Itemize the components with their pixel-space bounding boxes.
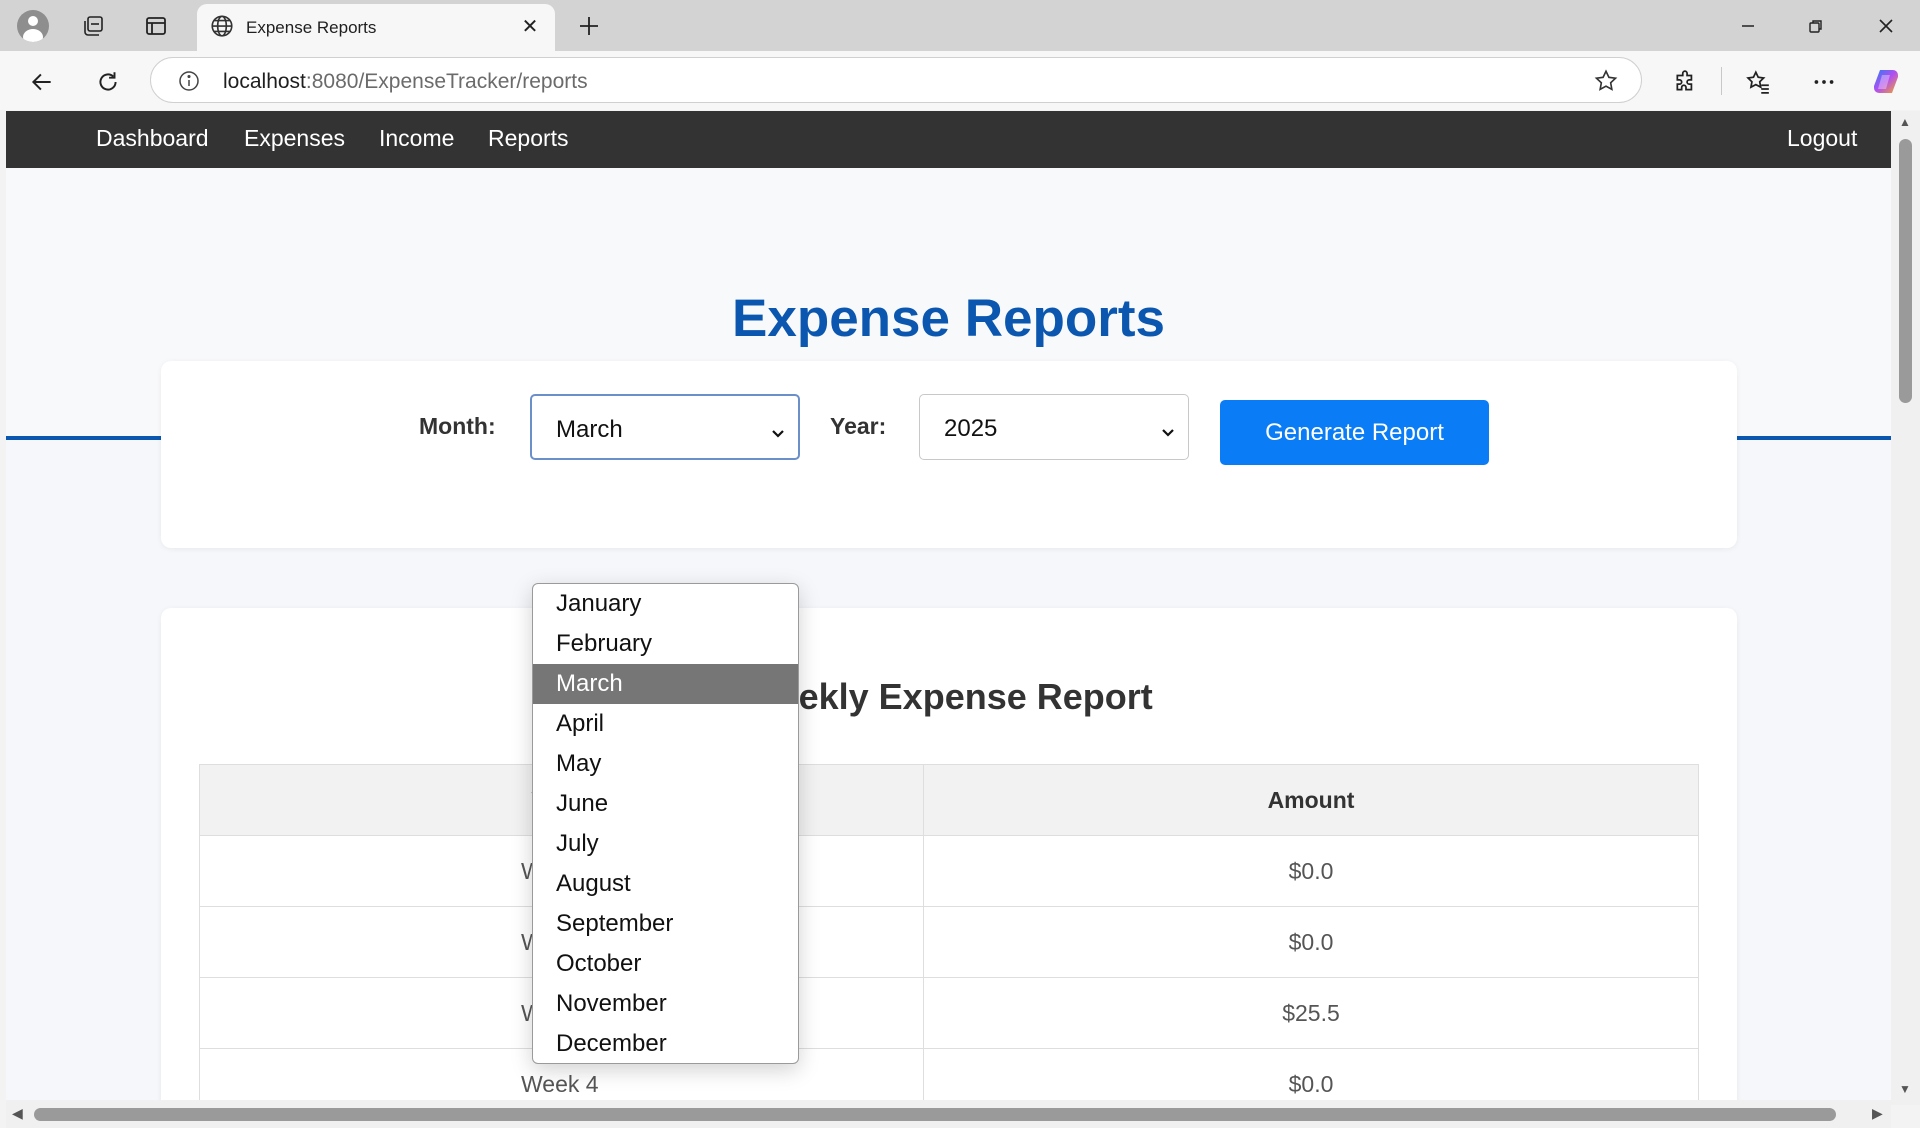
favorite-star-icon[interactable]: [1593, 68, 1619, 99]
month-option-august[interactable]: August: [533, 864, 798, 904]
page-viewport: Dashboard Expenses Income Reports Logout…: [6, 111, 1891, 1105]
amount-cell: $0.0: [923, 1048, 1699, 1105]
month-option-december[interactable]: December: [533, 1024, 798, 1063]
tab-actions-icon[interactable]: [139, 9, 173, 43]
amount-cell: $0.0: [923, 835, 1699, 907]
chevron-down-icon: [1160, 419, 1176, 447]
month-option-october[interactable]: October: [533, 944, 798, 984]
month-select[interactable]: March: [530, 394, 800, 460]
browser-toolbar: localhost:8080/ExpenseTracker/reports: [0, 51, 1920, 110]
favorites-icon[interactable]: [1739, 63, 1777, 101]
scroll-up-icon[interactable]: ▲: [1899, 115, 1911, 129]
page-title: Expense Reports: [732, 289, 1165, 348]
table-row: Week 1 $0.0: [199, 835, 1699, 907]
site-info-icon[interactable]: [177, 69, 201, 98]
report-filter-card: Month: March Year: 2025 Generate Report: [161, 361, 1737, 548]
tab-title: Expense Reports: [246, 18, 377, 37]
app-navbar: Dashboard Expenses Income Reports Logout: [6, 111, 1891, 168]
globe-icon: [209, 13, 235, 44]
month-option-may[interactable]: May: [533, 744, 798, 784]
column-header-amount: Amount: [923, 764, 1699, 836]
month-dropdown-list: January February March April May June Ju…: [532, 583, 799, 1064]
month-option-february[interactable]: February: [533, 624, 798, 664]
month-option-july[interactable]: July: [533, 824, 798, 864]
table-row: Week 3 $25.5: [199, 977, 1699, 1049]
url-text: localhost:8080/ExpenseTracker/reports: [223, 70, 588, 93]
nav-dashboard[interactable]: Dashboard: [96, 125, 209, 152]
toolbar-divider: [1721, 67, 1722, 95]
back-icon[interactable]: [23, 63, 61, 101]
minimize-icon[interactable]: [1714, 0, 1782, 51]
window-close-icon[interactable]: [1852, 0, 1920, 51]
profile-icon[interactable]: [16, 9, 50, 43]
vertical-scrollbar[interactable]: ▲ ▼: [1891, 111, 1920, 1105]
month-option-november[interactable]: November: [533, 984, 798, 1024]
vertical-scroll-thumb[interactable]: [1899, 139, 1912, 403]
year-select-value: 2025: [944, 415, 998, 442]
month-option-june[interactable]: June: [533, 784, 798, 824]
report-table: Week Amount Week 1 $0.0 Week 2 $0.0 Week…: [199, 764, 1699, 1105]
copilot-icon[interactable]: [1867, 63, 1905, 101]
generate-report-button[interactable]: Generate Report: [1220, 400, 1489, 465]
month-option-april[interactable]: April: [533, 704, 798, 744]
active-tab[interactable]: Expense Reports ✕: [197, 4, 555, 51]
amount-cell: $25.5: [923, 977, 1699, 1049]
collections-icon[interactable]: [76, 9, 110, 43]
browser-tabbar: Expense Reports ✕: [0, 0, 1920, 51]
nav-logout[interactable]: Logout: [1787, 125, 1857, 152]
restore-icon[interactable]: [1782, 0, 1850, 51]
chevron-down-icon: [770, 420, 786, 448]
new-tab-icon[interactable]: [572, 9, 606, 43]
weekly-report-card: Weekly Expense Report Week Amount Week 1…: [161, 608, 1737, 1105]
month-option-march[interactable]: March: [533, 664, 798, 704]
refresh-icon[interactable]: [89, 63, 127, 101]
year-select[interactable]: 2025: [919, 394, 1189, 460]
nav-expenses[interactable]: Expenses: [244, 125, 345, 152]
table-row: Week 2 $0.0: [199, 906, 1699, 978]
nav-income[interactable]: Income: [379, 125, 454, 152]
extensions-icon[interactable]: [1667, 63, 1705, 101]
scroll-down-icon[interactable]: ▼: [1899, 1082, 1911, 1096]
scroll-right-icon[interactable]: ▶: [1872, 1105, 1883, 1122]
month-option-september[interactable]: September: [533, 904, 798, 944]
scroll-left-icon[interactable]: ◀: [12, 1105, 23, 1122]
horizontal-scroll-thumb[interactable]: [34, 1108, 1836, 1121]
month-option-january[interactable]: January: [533, 584, 798, 624]
year-label: Year:: [830, 413, 887, 439]
table-header-row: Week Amount: [199, 764, 1699, 836]
address-bar[interactable]: localhost:8080/ExpenseTracker/reports: [150, 57, 1642, 103]
horizontal-scrollbar[interactable]: ◀ ▶: [6, 1100, 1891, 1128]
report-title: Weekly Expense Report: [745, 676, 1153, 717]
table-row: Week 4 $0.0: [199, 1048, 1699, 1105]
month-label: Month:: [419, 413, 496, 439]
close-icon[interactable]: ✕: [515, 11, 545, 41]
more-icon[interactable]: [1805, 63, 1843, 101]
nav-reports[interactable]: Reports: [488, 125, 569, 152]
month-select-value: March: [556, 416, 623, 443]
amount-cell: $0.0: [923, 906, 1699, 978]
